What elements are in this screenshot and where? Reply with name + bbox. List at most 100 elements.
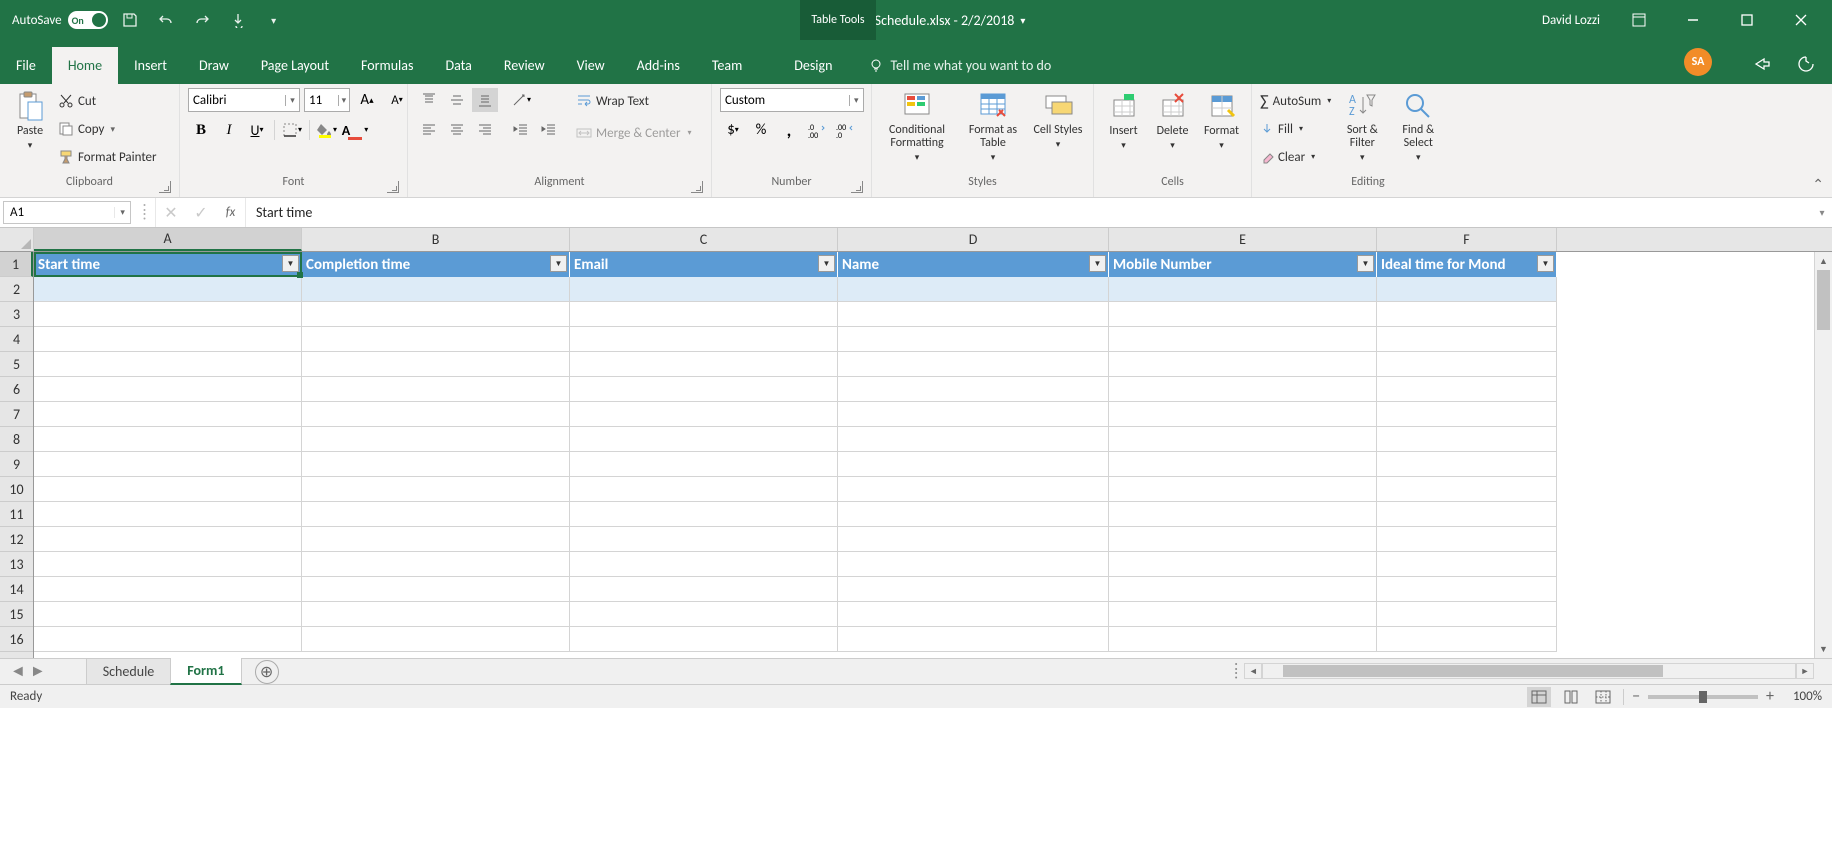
- redo-icon[interactable]: [188, 6, 216, 34]
- font-size-combo[interactable]: ▾: [304, 88, 350, 112]
- tab-addins[interactable]: Add-ins: [621, 47, 696, 84]
- filter-dropdown-icon[interactable]: ▼: [282, 255, 299, 272]
- cell[interactable]: [570, 452, 838, 477]
- cancel-formula-icon[interactable]: ✕: [156, 198, 186, 227]
- hscroll-left-icon[interactable]: ◄: [1244, 663, 1262, 679]
- cell[interactable]: [34, 627, 302, 652]
- comma-format-icon[interactable]: ,: [776, 118, 802, 142]
- filter-dropdown-icon[interactable]: ▼: [1357, 255, 1374, 272]
- row-header-16[interactable]: 16: [0, 627, 33, 652]
- decrease-font-icon[interactable]: A▾: [384, 88, 410, 112]
- cell[interactable]: [1109, 502, 1377, 527]
- fill-button[interactable]: Fill▾: [1260, 116, 1331, 142]
- insert-cells-button[interactable]: Insert▾: [1102, 88, 1145, 151]
- sheet-nav-next-icon[interactable]: ►: [30, 662, 46, 681]
- cell[interactable]: [1109, 577, 1377, 602]
- filter-dropdown-icon[interactable]: ▼: [818, 255, 835, 272]
- cell[interactable]: [570, 577, 838, 602]
- row-header-1[interactable]: 1: [0, 252, 33, 277]
- minimize-icon[interactable]: [1670, 4, 1716, 36]
- cell[interactable]: [1377, 302, 1557, 327]
- tab-data[interactable]: Data: [429, 47, 487, 84]
- clear-button[interactable]: Clear▾: [1260, 144, 1331, 170]
- cell[interactable]: [302, 377, 570, 402]
- row-header-14[interactable]: 14: [0, 577, 33, 602]
- collapse-ribbon-icon[interactable]: ⌃: [1812, 176, 1824, 193]
- undo-icon[interactable]: [152, 6, 180, 34]
- tab-page-layout[interactable]: Page Layout: [245, 47, 345, 84]
- cell[interactable]: [1377, 402, 1557, 427]
- zoom-level[interactable]: 100%: [1782, 689, 1822, 704]
- cell[interactable]: [1109, 602, 1377, 627]
- tell-me-search[interactable]: Tell me what you want to do: [868, 57, 1051, 84]
- cell[interactable]: [302, 577, 570, 602]
- row-header-6[interactable]: 6: [0, 377, 33, 402]
- table-header-cell[interactable]: Ideal time for Mond▼: [1377, 252, 1557, 277]
- hscroll-split-icon[interactable]: ⁞: [1234, 662, 1238, 681]
- row-header-10[interactable]: 10: [0, 477, 33, 502]
- decrease-decimal-icon[interactable]: .00.0: [832, 118, 858, 142]
- borders-icon[interactable]: ▾: [279, 118, 305, 142]
- cell[interactable]: [1109, 627, 1377, 652]
- cell[interactable]: [302, 302, 570, 327]
- page-break-view-icon[interactable]: [1591, 687, 1615, 707]
- cell[interactable]: [302, 602, 570, 627]
- cell[interactable]: [34, 327, 302, 352]
- cell[interactable]: [302, 477, 570, 502]
- sheet-nav-prev-icon[interactable]: ◄: [10, 662, 26, 681]
- font-name-combo[interactable]: ▾: [188, 88, 300, 112]
- align-bottom-icon[interactable]: [472, 88, 498, 112]
- row-header-3[interactable]: 3: [0, 302, 33, 327]
- table-header-cell[interactable]: Mobile Number▼: [1109, 252, 1377, 277]
- column-header-F[interactable]: F: [1377, 228, 1557, 251]
- cell[interactable]: [34, 427, 302, 452]
- alignment-dialog-launcher[interactable]: [691, 181, 703, 193]
- cell[interactable]: [570, 427, 838, 452]
- row-header-8[interactable]: 8: [0, 427, 33, 452]
- column-header-E[interactable]: E: [1109, 228, 1377, 251]
- align-top-icon[interactable]: [416, 88, 442, 112]
- cell[interactable]: [34, 377, 302, 402]
- cell[interactable]: [838, 627, 1109, 652]
- cell[interactable]: [1109, 552, 1377, 577]
- cell[interactable]: [1109, 402, 1377, 427]
- sheet-tab-form1[interactable]: Form1: [170, 658, 241, 685]
- cell[interactable]: [302, 427, 570, 452]
- cell[interactable]: [570, 302, 838, 327]
- decrease-indent-icon[interactable]: [508, 118, 534, 142]
- underline-icon[interactable]: U▾: [244, 118, 270, 142]
- align-left-icon[interactable]: [416, 118, 442, 142]
- fx-label[interactable]: fx: [216, 198, 246, 227]
- row-header-15[interactable]: 15: [0, 602, 33, 627]
- cell[interactable]: [570, 352, 838, 377]
- cell-styles-button[interactable]: Cell Styles▾: [1032, 88, 1084, 150]
- cell[interactable]: [1377, 527, 1557, 552]
- table-header-cell[interactable]: Start time▼: [34, 252, 302, 277]
- column-header-C[interactable]: C: [570, 228, 838, 251]
- tab-view[interactable]: View: [561, 47, 621, 84]
- row-header-11[interactable]: 11: [0, 502, 33, 527]
- italic-icon[interactable]: I: [216, 118, 242, 142]
- cell[interactable]: [838, 527, 1109, 552]
- cell[interactable]: [570, 377, 838, 402]
- table-header-cell[interactable]: Name▼: [838, 252, 1109, 277]
- cell[interactable]: [1377, 477, 1557, 502]
- cell[interactable]: [570, 402, 838, 427]
- cell[interactable]: [1377, 427, 1557, 452]
- cell[interactable]: [34, 277, 302, 302]
- activity-icon[interactable]: [1796, 54, 1816, 74]
- cell[interactable]: [34, 552, 302, 577]
- qat-customize-icon[interactable]: ▾: [260, 6, 288, 34]
- wrap-text-button[interactable]: Wrap Text: [576, 88, 692, 114]
- cell[interactable]: [838, 302, 1109, 327]
- cell[interactable]: [1377, 602, 1557, 627]
- find-select-button[interactable]: Find & Select▾: [1393, 88, 1443, 163]
- table-header-cell[interactable]: Email▼: [570, 252, 838, 277]
- cell[interactable]: [1109, 477, 1377, 502]
- zoom-in-icon[interactable]: +: [1766, 687, 1774, 706]
- cell[interactable]: [302, 527, 570, 552]
- tab-home[interactable]: Home: [52, 47, 118, 84]
- merge-center-button[interactable]: Merge & Center▾: [576, 120, 692, 146]
- close-icon[interactable]: [1778, 4, 1824, 36]
- cell[interactable]: [838, 402, 1109, 427]
